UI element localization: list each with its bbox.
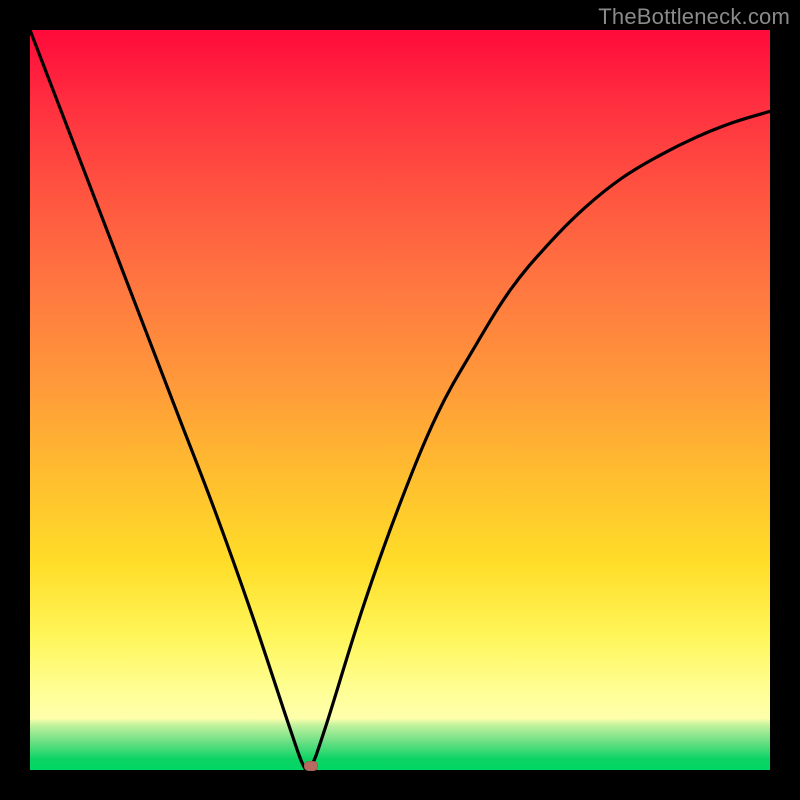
optimum-marker [304, 761, 318, 771]
bottleneck-curve [30, 30, 770, 770]
watermark-text: TheBottleneck.com [598, 4, 790, 30]
curve-path [30, 30, 770, 772]
chart-frame: TheBottleneck.com [0, 0, 800, 800]
